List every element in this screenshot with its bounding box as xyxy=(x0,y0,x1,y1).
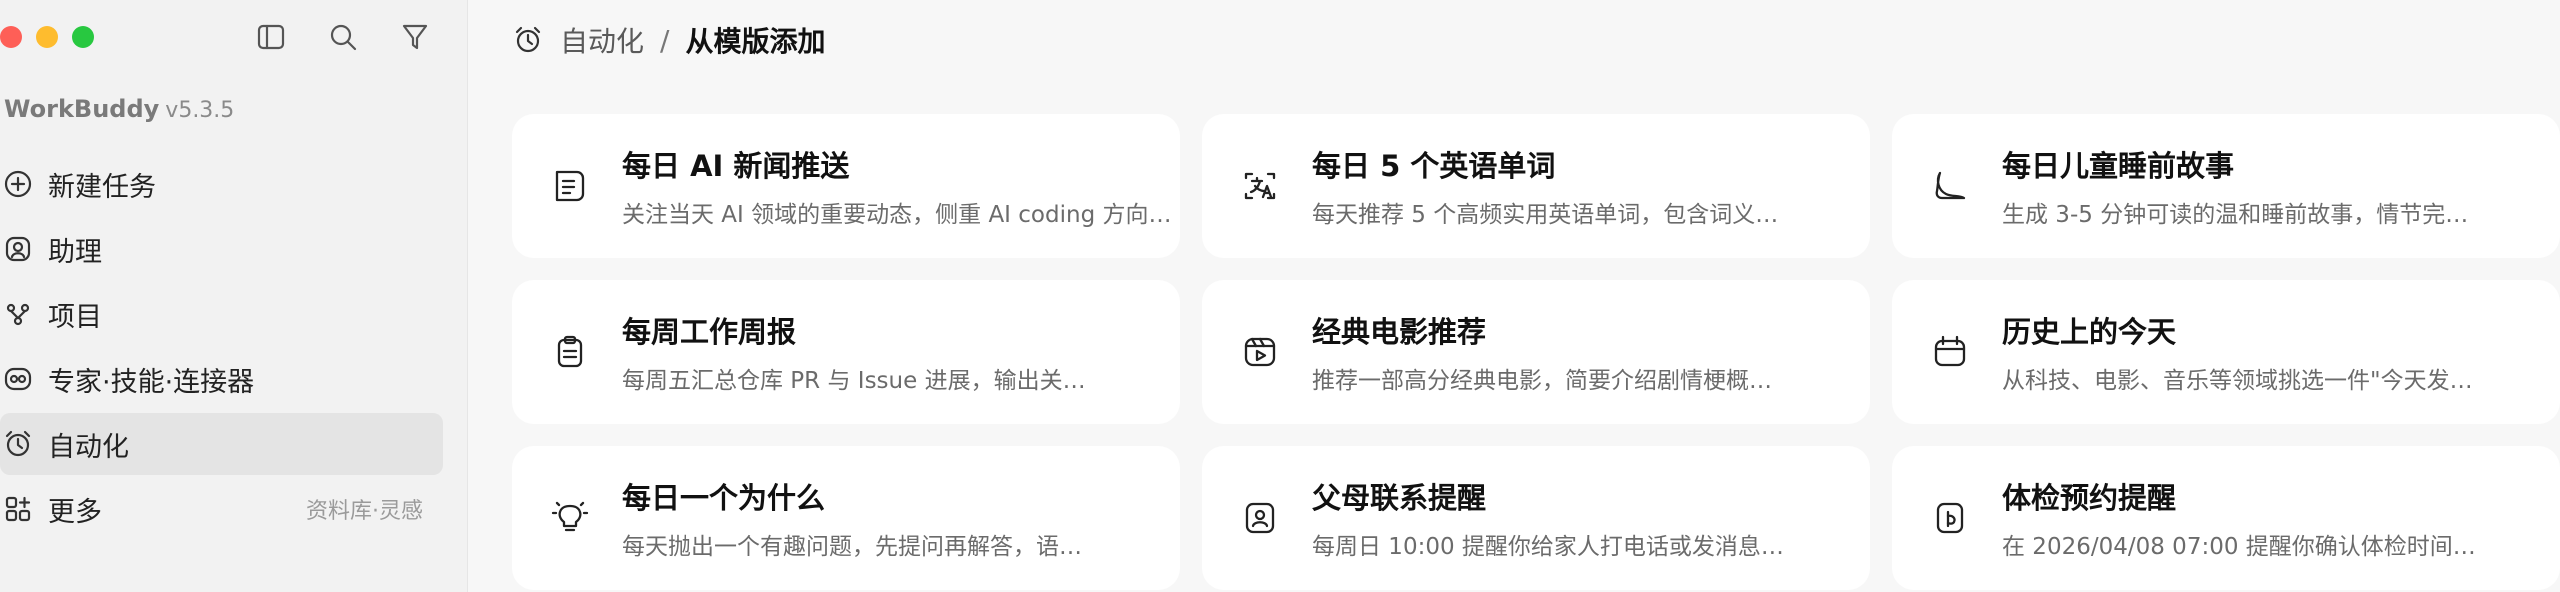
lightbulb-icon xyxy=(551,501,589,532)
sidebar-item-label: 自动化 xyxy=(48,431,129,463)
template-card[interactable]: 体检预约提醒在 2026/04/08 07:00 提醒你确认体检时间… xyxy=(1892,446,2560,590)
expert-icon xyxy=(4,367,32,391)
apps-icon xyxy=(5,496,31,522)
template-card[interactable]: 每周工作周报每周五汇总仓库 PR 与 Issue 进展，输出关… xyxy=(512,280,1180,424)
template-title: 体检预约提醒 xyxy=(2002,481,2177,515)
sidebar-item-automation[interactable]: 自动化 xyxy=(0,413,443,475)
template-card[interactable]: 每日 AI 新闻推送关注当天 AI 领域的重要动态，侧重 AI coding 方… xyxy=(512,114,1180,258)
sidebar-toggle-icon[interactable] xyxy=(254,20,288,54)
template-title: 每日 AI 新闻推送 xyxy=(622,149,850,183)
sidebar-toolbar xyxy=(254,20,432,54)
contact-icon xyxy=(1245,502,1275,534)
main-content: 自动化 / 从模版添加 每日 AI 新闻推送关注当天 AI 领域的重要动态，侧重… xyxy=(468,0,2560,592)
template-title: 历史上的今天 xyxy=(2002,315,2177,349)
sidebar-item-label: 项目 xyxy=(48,301,102,333)
health-icon xyxy=(1936,502,1964,534)
plus-circle-icon xyxy=(4,170,32,198)
calendar-icon xyxy=(1934,335,1966,367)
template-description: 每天推荐 5 个高频实用英语单词，包含词义… xyxy=(1312,202,1779,228)
template-title: 父母联系提醒 xyxy=(1312,481,1487,515)
sidebar: WorkBuddy v5.3.5 新建任务 助理 项目 专家·技能·连接器 自动化 xyxy=(0,0,468,592)
filter-icon[interactable] xyxy=(398,20,432,54)
window-controls xyxy=(0,26,94,48)
page-title: 从模版添加 xyxy=(685,25,826,58)
app-version: v5.3.5 xyxy=(165,98,235,123)
template-title: 每日儿童睡前故事 xyxy=(2002,149,2235,183)
breadcrumb-parent[interactable]: 自动化 xyxy=(560,20,644,60)
template-title: 每周工作周报 xyxy=(622,315,797,349)
sidebar-item-assistant[interactable]: 助理 xyxy=(0,218,443,280)
translate-icon xyxy=(1244,172,1276,200)
sidebar-nav: 新建任务 助理 项目 专家·技能·连接器 自动化 更多 资料库·灵感 xyxy=(0,150,467,543)
close-window-button[interactable] xyxy=(0,26,22,48)
minimize-window-button[interactable] xyxy=(36,26,58,48)
sidebar-item-more-hint: 资料库·灵感 xyxy=(306,499,423,524)
template-description: 每天抛出一个有趣问题，先提问再解答，语… xyxy=(622,534,1082,560)
sidebar-item-experts[interactable]: 专家·技能·连接器 xyxy=(0,348,443,410)
template-description: 在 2026/04/08 07:00 提醒你确认体检时间… xyxy=(2002,534,2476,560)
template-description: 每周五汇总仓库 PR 与 Issue 进展，输出关… xyxy=(622,368,1086,394)
sidebar-item-project[interactable]: 项目 xyxy=(0,283,443,345)
breadcrumb-separator: / xyxy=(660,23,670,57)
alarm-clock-icon xyxy=(5,430,31,457)
template-card[interactable]: 父母联系提醒每周日 10:00 提醒你给家人打电话或发消息… xyxy=(1202,446,1870,590)
clipboard-icon xyxy=(557,335,583,368)
sidebar-item-label: 专家·技能·连接器 xyxy=(48,366,255,398)
movie-icon xyxy=(1244,337,1276,367)
assistant-icon xyxy=(5,236,31,262)
template-title: 每日 5 个英语单词 xyxy=(1312,149,1556,183)
news-icon xyxy=(555,170,585,202)
maximize-window-button[interactable] xyxy=(72,26,94,48)
sidebar-item-more[interactable]: 更多 资料库·灵感 xyxy=(0,478,443,540)
template-card[interactable]: 经典电影推荐推荐一部高分经典电影，简要介绍剧情梗概… xyxy=(1202,280,1870,424)
alarm-clock-icon xyxy=(515,26,541,53)
template-grid: 每日 AI 新闻推送关注当天 AI 领域的重要动态，侧重 AI coding 方… xyxy=(512,114,2560,590)
template-card[interactable]: 每日一个为什么每天抛出一个有趣问题，先提问再解答，语… xyxy=(512,446,1180,590)
sidebar-item-label: 新建任务 xyxy=(48,171,156,203)
template-description: 从科技、电影、音乐等领域挑选一件"今天发… xyxy=(2002,368,2473,394)
search-icon[interactable] xyxy=(326,20,360,54)
sidebar-item-label: 助理 xyxy=(48,236,102,268)
app-brand: WorkBuddy v5.3.5 xyxy=(4,95,234,123)
template-card[interactable]: 每日儿童睡前故事生成 3-5 分钟可读的温和睡前故事，情节完… xyxy=(1892,114,2560,258)
template-title: 每日一个为什么 xyxy=(622,481,826,515)
sidebar-item-label: 更多 xyxy=(48,496,102,528)
template-description: 推荐一部高分经典电影，简要介绍剧情梗概… xyxy=(1312,368,1772,394)
sidebar-item-new-task[interactable]: 新建任务 xyxy=(0,153,443,215)
template-description: 生成 3-5 分钟可读的温和睡前故事，情节完… xyxy=(2002,202,2469,228)
project-icon xyxy=(6,303,30,326)
template-description: 关注当天 AI 领域的重要动态，侧重 AI coding 方向… xyxy=(622,202,1172,228)
breadcrumb: 自动化 / 从模版添加 xyxy=(512,20,825,60)
template-card[interactable]: 每日 5 个英语单词每天推荐 5 个高频实用英语单词，包含词义… xyxy=(1202,114,1870,258)
template-description: 每周日 10:00 提醒你给家人打电话或发消息… xyxy=(1312,534,1784,560)
moon-icon xyxy=(1935,171,1966,200)
template-card[interactable]: 历史上的今天从科技、电影、音乐等领域挑选一件"今天发… xyxy=(1892,280,2560,424)
template-title: 经典电影推荐 xyxy=(1312,315,1487,349)
app-name: WorkBuddy xyxy=(4,95,160,123)
